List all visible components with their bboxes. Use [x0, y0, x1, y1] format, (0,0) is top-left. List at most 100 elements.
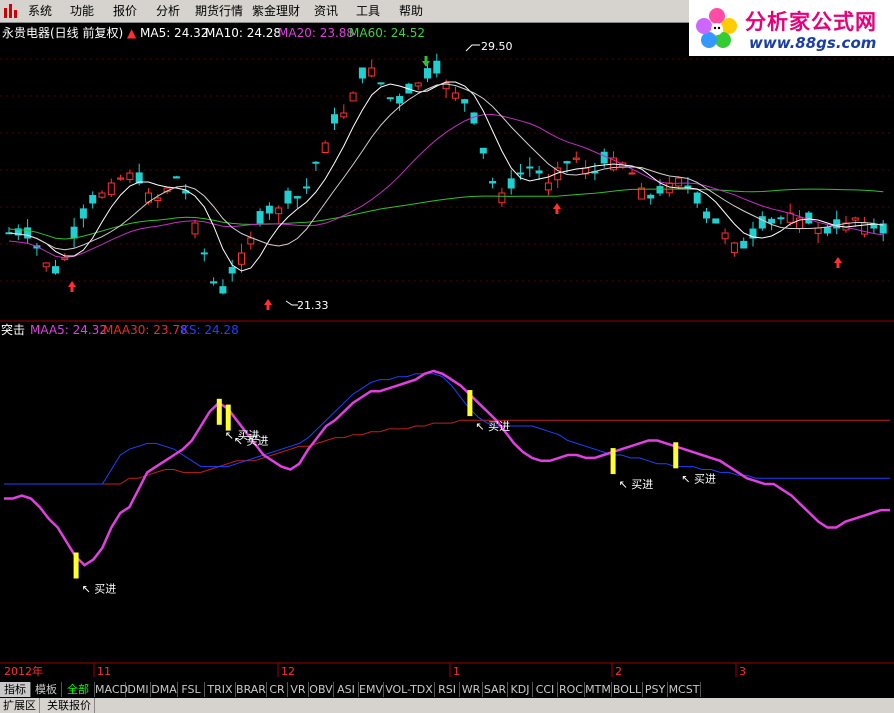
tab-macd[interactable]: MACD — [95, 682, 128, 697]
candle-body — [535, 170, 543, 174]
candle-body — [117, 177, 125, 180]
candle-body — [721, 232, 729, 240]
tab-dma[interactable]: DMA — [151, 682, 178, 697]
candle-body — [52, 266, 59, 274]
candle-body — [358, 67, 366, 79]
candle-body — [628, 172, 636, 175]
up-arrow-icon — [834, 257, 842, 268]
candle-body — [563, 161, 571, 164]
tab-mtm[interactable]: MTM — [585, 682, 612, 697]
tab-trix[interactable]: TRIX — [205, 682, 236, 697]
tab-roc[interactable]: ROC — [558, 682, 585, 697]
candle-body — [321, 142, 329, 154]
menu-finance[interactable]: 紫金理财 — [252, 3, 300, 19]
maa30-line — [4, 419, 890, 485]
tab-sar[interactable]: SAR — [483, 682, 508, 697]
candle-body — [414, 82, 422, 87]
tab-obv[interactable]: OBV — [309, 682, 334, 697]
candle-body — [461, 99, 469, 104]
menu-function[interactable]: 功能 — [70, 3, 94, 19]
buy-signal-bar — [216, 398, 222, 425]
candle-body — [368, 67, 376, 77]
candle-body — [424, 68, 431, 79]
candle-body — [600, 151, 608, 164]
buy-signal-label: ↖ 买进 — [82, 583, 117, 596]
menu-help[interactable]: 帮助 — [399, 3, 423, 19]
candle-body — [70, 226, 78, 239]
chart-area[interactable]: 29.50 21.33 ↖ 买进↖ 买进↖ 买进↖ 买进↖ 买进 ↖ 买进 201… — [0, 23, 894, 682]
status-bar: 扩展区 关联报价 — [0, 698, 894, 713]
tab-asi[interactable]: ASI — [334, 682, 359, 697]
candle-body — [665, 182, 673, 194]
candle-body — [851, 217, 859, 221]
tab-vr[interactable]: VR — [288, 682, 309, 697]
up-arrow-icon — [264, 299, 272, 310]
candle-body — [275, 207, 283, 215]
tab-brar[interactable]: BRAR — [236, 682, 267, 697]
candle-body — [247, 237, 255, 245]
candle-body — [693, 192, 701, 204]
price-gridlines — [0, 58, 894, 282]
up-arrow-icon — [68, 281, 76, 292]
candle-body — [805, 212, 813, 224]
time-label-mar: 3 — [739, 665, 746, 678]
candle-body — [126, 172, 134, 181]
tab-psy[interactable]: PSY — [643, 682, 668, 697]
candle-body — [730, 242, 738, 254]
tab-boll[interactable]: BOLL — [612, 682, 643, 697]
tab-template[interactable]: 模板 — [31, 682, 62, 697]
tab-fsl[interactable]: FSL — [178, 682, 205, 697]
buy-signal-bar — [467, 390, 473, 417]
menu-futures[interactable]: 期货行情 — [195, 3, 243, 19]
tab-wr[interactable]: WR — [460, 682, 483, 697]
menu-system[interactable]: 系统 — [28, 3, 52, 19]
candle-body — [219, 286, 227, 294]
candle-body — [284, 190, 292, 204]
tab-expand-area[interactable]: 扩展区 — [0, 698, 40, 713]
tab-kdj[interactable]: KDJ — [508, 682, 533, 697]
tab-all[interactable]: 全部 — [62, 682, 95, 697]
candle-body — [154, 197, 162, 201]
candle-body — [200, 252, 208, 255]
candle-body — [656, 186, 664, 194]
candle-body — [647, 194, 655, 199]
candle-body — [135, 172, 143, 184]
candle-body — [498, 192, 506, 204]
indicator-tab-bar: 指标 模板 全部 MACD DMI DMA FSL TRIX BRAR CR V… — [0, 682, 894, 698]
candle-body — [79, 208, 87, 219]
time-label-dec: 12 — [281, 665, 295, 678]
candle-body — [210, 281, 218, 284]
menu-news[interactable]: 资讯 — [314, 3, 338, 19]
tab-rsi[interactable]: RSI — [435, 682, 460, 697]
tab-vol-tdx[interactable]: VOL-TDX — [384, 682, 435, 697]
candle-body — [89, 195, 97, 204]
menu-analysis[interactable]: 分析 — [156, 3, 180, 19]
candle-body — [340, 112, 348, 118]
candle-body — [377, 82, 385, 85]
candle-body — [42, 262, 50, 268]
candle-body — [293, 196, 301, 199]
candle-body — [228, 266, 236, 274]
menu-quote[interactable]: 报价 — [113, 3, 137, 19]
candle-body — [451, 92, 459, 99]
candle-body — [703, 211, 710, 219]
candle-body — [386, 97, 394, 100]
menu-tools[interactable]: 工具 — [356, 3, 380, 19]
tab-cr[interactable]: CR — [267, 682, 288, 697]
candle-body — [489, 181, 497, 184]
tab-dmi[interactable]: DMI — [126, 682, 151, 697]
buy-signal-bar — [610, 448, 616, 475]
time-label-feb: 2 — [615, 665, 622, 678]
candle-body — [396, 96, 404, 104]
candle-body — [572, 157, 580, 160]
candle-body — [238, 252, 245, 265]
tab-linked-quote[interactable]: 关联报价 — [44, 698, 95, 713]
candle-body — [349, 92, 357, 102]
tab-indicator[interactable]: 指标 — [0, 682, 31, 697]
tab-cci[interactable]: CCI — [533, 682, 558, 697]
buy-signal-label: ↖ 买进 — [681, 472, 716, 485]
low-price-label: 21.33 — [297, 299, 329, 312]
tab-emv[interactable]: EMV — [359, 682, 384, 697]
tab-mcst[interactable]: MCST — [668, 682, 701, 697]
candle-body — [544, 182, 552, 191]
